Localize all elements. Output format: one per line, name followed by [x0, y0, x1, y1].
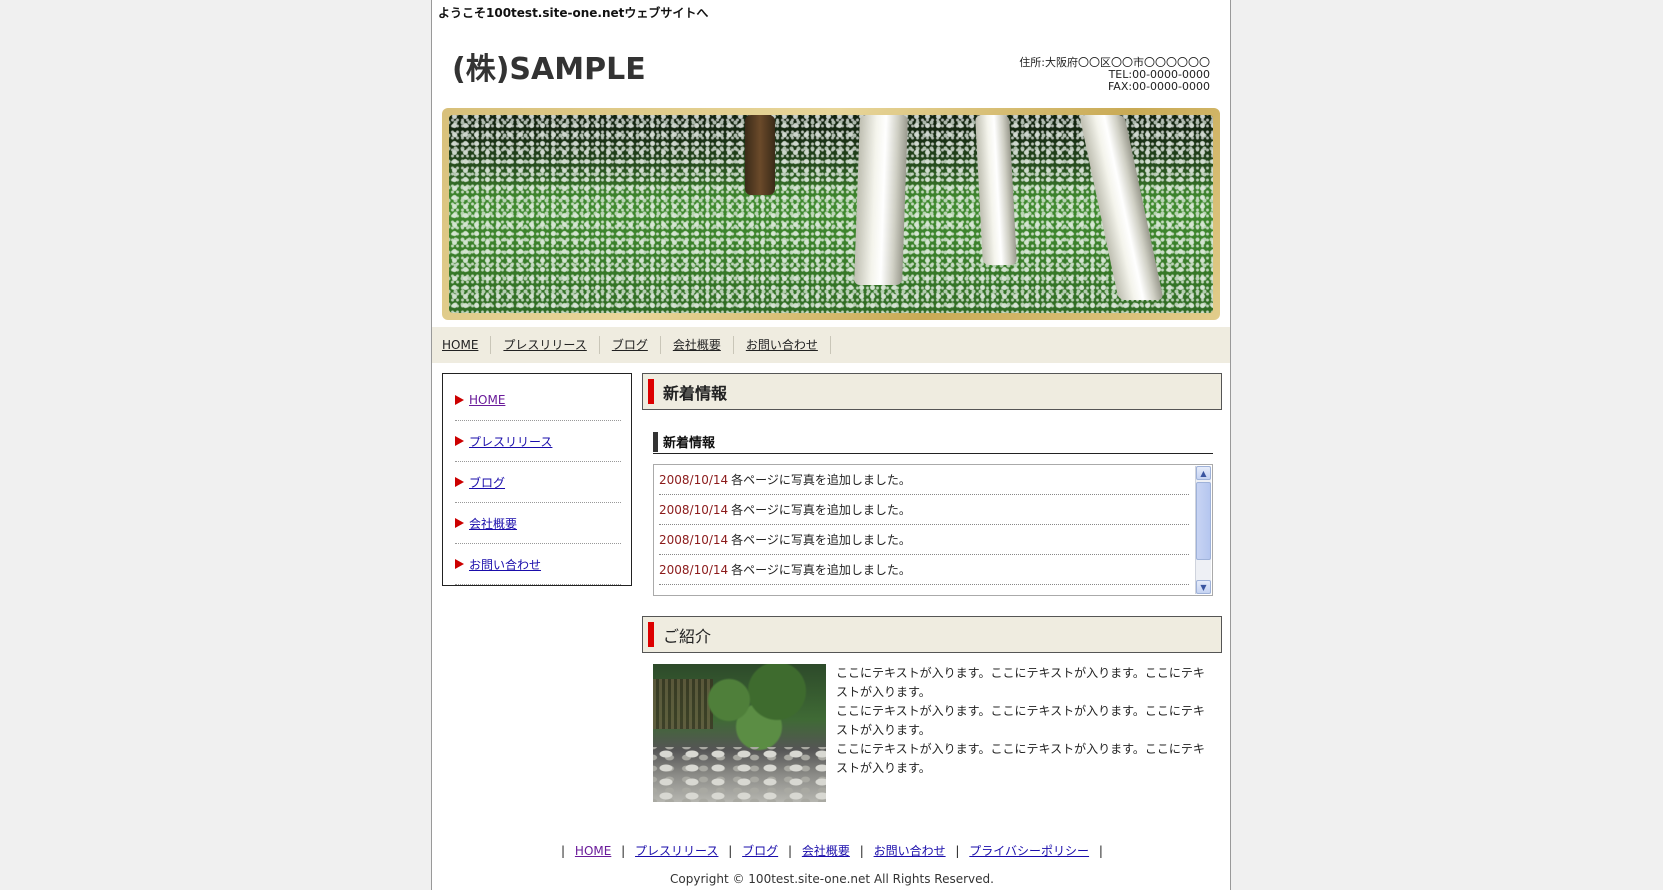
global-nav: HOME プレスリリース ブログ 会社概要 お問い合わせ: [432, 327, 1230, 363]
sidebar-item-home: HOME: [455, 380, 621, 421]
company-logo[interactable]: (株)SAMPLE: [452, 44, 646, 88]
news-row: 2008/10/14 各ページに写真を追加しました。: [659, 465, 1189, 495]
footer-link-home[interactable]: HOME: [575, 844, 611, 858]
banner-trunk: [745, 115, 775, 195]
intro-section-title-text: ご紹介: [663, 626, 712, 646]
news-list: 2008/10/14 各ページに写真を追加しました。 2008/10/14 各ペ…: [659, 465, 1189, 585]
footer-separator: |: [621, 844, 626, 858]
news-scrollbar[interactable]: ▲ ▼: [1195, 466, 1211, 594]
sidebar-item-company: 会社概要: [455, 503, 621, 544]
header-banner: [442, 108, 1220, 320]
subtitle-accent-bar: [653, 432, 658, 452]
news-row: 2008/10/14 各ページに写真を追加しました。: [659, 525, 1189, 555]
news-text: 各ページに写真を追加しました。: [731, 503, 911, 517]
news-section-title: 新着情報: [642, 373, 1222, 410]
footer-separator: |: [561, 844, 566, 858]
triangle-right-icon: [455, 436, 464, 446]
news-text: 各ページに写真を追加しました。: [731, 563, 911, 577]
sidebar-link-press-release[interactable]: プレスリリース: [469, 433, 552, 450]
banner-image: [449, 115, 1213, 313]
scrollbar-thumb[interactable]: [1196, 482, 1211, 560]
intro-garden-photo: [653, 664, 826, 802]
footer-link-press-release[interactable]: プレスリリース: [635, 844, 718, 858]
title-accent-bar: [648, 379, 654, 404]
news-date: 2008/10/14: [659, 472, 729, 487]
sidebar-link-blog[interactable]: ブログ: [469, 474, 505, 491]
footer-separator: |: [787, 844, 793, 858]
footer-link-company[interactable]: 会社概要: [802, 844, 850, 858]
sidebar-item-contact: お問い合わせ: [455, 544, 621, 585]
contact-info: 住所:大阪府〇〇区〇〇市〇〇〇〇〇〇 TEL:00-0000-0000 FAX:…: [1019, 57, 1210, 93]
intro-paragraph: ここにテキストが入ります。ここにテキストが入ります。ここにテキストが入ります。: [836, 742, 1205, 775]
footer-link-privacy-policy[interactable]: プライバシーポリシー: [969, 844, 1089, 858]
sidebar-link-contact[interactable]: お問い合わせ: [469, 556, 541, 573]
nav-item-press-release[interactable]: プレスリリース: [491, 336, 600, 354]
nav-item-contact[interactable]: お問い合わせ: [734, 336, 831, 354]
news-row: 2008/10/14 各ページに写真を追加しました。: [659, 555, 1189, 585]
photo-stones: [653, 747, 826, 802]
nav-item-company[interactable]: 会社概要: [661, 336, 734, 354]
news-date: 2008/10/14: [659, 502, 729, 517]
sidebar-menu: HOME プレスリリース ブログ 会社概要 お問い合わせ: [442, 373, 632, 586]
page-container: ようこそ100test.site-one.netウェブサイトへ (株)SAMPL…: [431, 0, 1231, 890]
news-text: 各ページに写真を追加しました。: [731, 533, 911, 547]
chevron-down-icon[interactable]: ▼: [1196, 580, 1211, 594]
news-row: 2008/10/14 各ページに写真を追加しました。: [659, 495, 1189, 525]
triangle-right-icon: [455, 477, 464, 487]
footer-link-blog[interactable]: ブログ: [742, 844, 778, 858]
footer-separator: |: [955, 844, 960, 858]
news-section-title-text: 新着情報: [663, 383, 728, 403]
footer-link-contact[interactable]: お問い合わせ: [874, 844, 946, 858]
welcome-text: ようこそ100test.site-one.netウェブサイトへ: [438, 6, 709, 20]
nav-item-blog[interactable]: ブログ: [600, 336, 661, 354]
nav-item-home[interactable]: HOME: [442, 336, 492, 354]
intro-paragraph: ここにテキストが入ります。ここにテキストが入ります。ここにテキストが入ります。: [836, 666, 1205, 699]
sidebar-link-home[interactable]: HOME: [469, 393, 505, 407]
banner-trunk: [854, 115, 908, 285]
sidebar-link-company[interactable]: 会社概要: [469, 515, 517, 532]
intro-paragraph: ここにテキストが入ります。ここにテキストが入ります。ここにテキストが入ります。: [836, 704, 1205, 737]
copyright-text: Copyright © 100test.site-one.net All Rig…: [670, 872, 994, 886]
sidebar-item-press-release: プレスリリース: [455, 421, 621, 462]
news-sub-title-text: 新着情報: [663, 436, 716, 451]
fax-text: FAX:00-0000-0000: [1107, 80, 1210, 93]
news-sub-title: 新着情報: [653, 430, 1213, 454]
intro-section-title: ご紹介: [642, 616, 1222, 653]
triangle-right-icon: [455, 518, 464, 528]
footer-nav: | HOME | プレスリリース | ブログ | 会社概要 | お問い合わせ |…: [432, 842, 1230, 859]
triangle-right-icon: [455, 559, 464, 569]
news-scroll-box[interactable]: 2008/10/14 各ページに写真を追加しました。 2008/10/14 各ペ…: [653, 464, 1213, 596]
triangle-right-icon: [455, 395, 464, 405]
news-date: 2008/10/14: [659, 532, 729, 547]
sidebar-item-blog: ブログ: [455, 462, 621, 503]
chevron-up-icon[interactable]: ▲: [1196, 466, 1211, 480]
footer-separator: |: [1098, 844, 1103, 858]
photo-shrub: [693, 664, 813, 754]
footer-separator: |: [728, 844, 733, 858]
footer-separator: |: [859, 844, 864, 858]
news-text: 各ページに写真を追加しました。: [731, 473, 911, 487]
title-accent-bar: [648, 622, 654, 647]
intro-text: ここにテキストが入ります。ここにテキストが入ります。ここにテキストが入ります。 …: [836, 664, 1216, 778]
news-date: 2008/10/14: [659, 562, 729, 577]
